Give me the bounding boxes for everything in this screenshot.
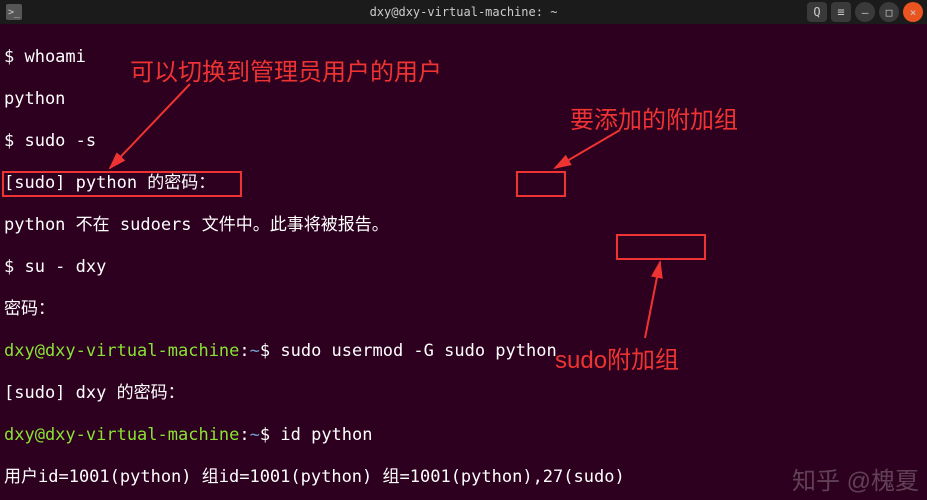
terminal-line: $ su - dxy — [4, 257, 923, 278]
terminal-line: python 不在 sudoers 文件中。此事将被报告。 — [4, 215, 923, 236]
terminal-line: 密码： — [4, 299, 923, 320]
terminal-line: 用户id=1001(python) 组id=1001(python) 组=100… — [4, 467, 923, 488]
window-title: dxy@dxy-virtual-machine: ~ — [370, 5, 558, 19]
close-button[interactable]: × — [903, 2, 923, 22]
search-button[interactable]: Q — [807, 2, 827, 22]
terminal-line: [sudo] dxy 的密码： — [4, 383, 923, 404]
terminal-line: $ sudo -s — [4, 131, 923, 152]
terminal-line: [sudo] python 的密码： — [4, 173, 923, 194]
terminal-line: dxy@dxy-virtual-machine:~$ id python — [4, 425, 923, 446]
prompt-path: ~ — [250, 425, 260, 445]
minimize-button[interactable]: — — [855, 2, 875, 22]
menu-button[interactable]: ≡ — [831, 2, 851, 22]
terminal-icon: >_ — [6, 4, 22, 20]
window-titlebar: >_ dxy@dxy-virtual-machine: ~ Q ≡ — □ × — [0, 0, 927, 24]
prompt-user: dxy@dxy-virtual-machine — [4, 425, 239, 445]
terminal-line: dxy@dxy-virtual-machine:~$ sudo usermod … — [4, 341, 923, 362]
maximize-button[interactable]: □ — [879, 2, 899, 22]
terminal-line: python — [4, 89, 923, 110]
prompt-user: dxy@dxy-virtual-machine — [4, 341, 239, 361]
terminal-line: $ whoami — [4, 47, 923, 68]
prompt-path: ~ — [250, 341, 260, 361]
terminal-body[interactable]: $ whoami python $ sudo -s [sudo] python … — [0, 24, 927, 500]
